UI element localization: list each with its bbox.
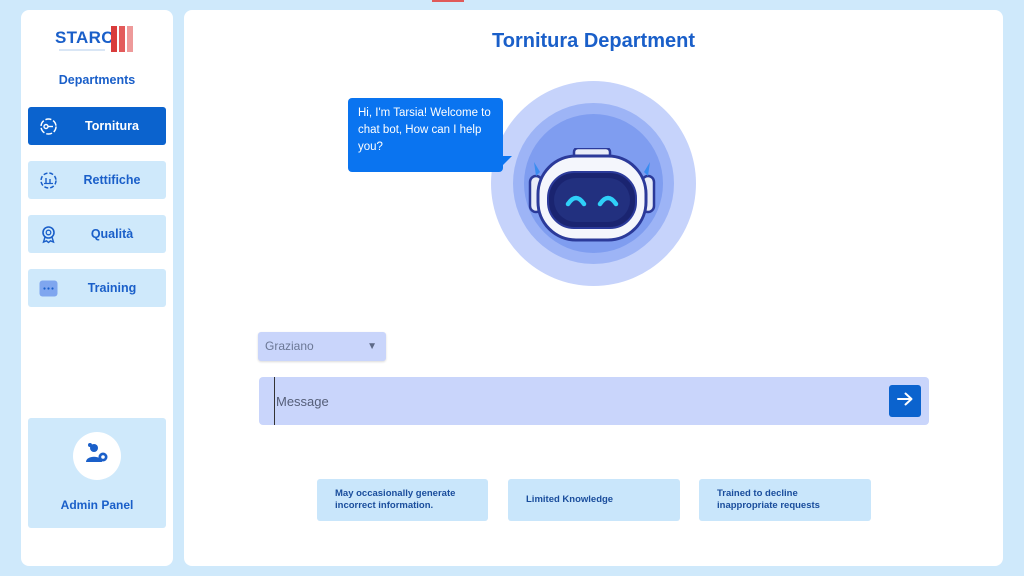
admin-panel-label: Admin Panel bbox=[60, 498, 134, 512]
admin-panel-button[interactable]: Admin Panel bbox=[28, 418, 166, 528]
send-button[interactable] bbox=[889, 385, 921, 417]
disclaimer-card: May occasionally generate incorrect info… bbox=[317, 479, 488, 521]
sidebar: STARC Departments Tornitura Rettifiche Q… bbox=[21, 10, 173, 566]
bot-greeting-bubble: Hi, I'm Tarsia! Welcome to chat bot, How… bbox=[348, 98, 503, 172]
chat-main-panel: Tornitura Department Hi, I'm Tarsia! Wel… bbox=[184, 10, 1003, 566]
sidebar-item-label: Qualità bbox=[90, 227, 134, 241]
sidebar-item-label: Training bbox=[87, 281, 137, 295]
message-input[interactable] bbox=[274, 377, 874, 425]
quality-badge-icon bbox=[39, 225, 58, 244]
message-bar bbox=[259, 377, 929, 425]
user-select-value: Graziano bbox=[265, 339, 314, 353]
more-dots-icon bbox=[39, 279, 58, 298]
lathe-icon bbox=[39, 117, 58, 136]
departments-heading: Departments bbox=[58, 73, 136, 87]
disclaimer-card: Limited Knowledge bbox=[508, 479, 680, 521]
user-select[interactable]: Graziano ▼ bbox=[258, 332, 386, 361]
page-title: Tornitura Department bbox=[492, 30, 695, 52]
arrow-right-icon bbox=[896, 391, 914, 412]
disclaimer-text: May occasionally generate incorrect info… bbox=[335, 488, 456, 511]
sidebar-item-training[interactable]: Training bbox=[28, 269, 166, 307]
logo-text: STARC bbox=[55, 28, 114, 47]
disclaimer-card: Trained to decline inappropriate request… bbox=[699, 479, 871, 521]
sidebar-item-label: Tornitura bbox=[85, 119, 139, 133]
sidebar-item-label: Rettifiche bbox=[83, 173, 141, 187]
admin-avatar bbox=[73, 432, 121, 480]
sidebar-item-qualita[interactable]: Qualità bbox=[28, 215, 166, 253]
bubble-tail bbox=[502, 156, 512, 166]
logo-tagline-mark bbox=[59, 49, 105, 51]
admin-users-gear-icon bbox=[84, 442, 110, 471]
bot-avatar bbox=[491, 81, 696, 286]
logo-bars bbox=[111, 26, 133, 52]
disclaimer-text: Limited Knowledge bbox=[526, 494, 614, 505]
starc-logo: STARC bbox=[55, 26, 139, 54]
top-edge-marker bbox=[432, 0, 464, 2]
caret-down-icon: ▼ bbox=[367, 341, 377, 352]
sidebar-item-tornitura[interactable]: Tornitura bbox=[28, 107, 166, 145]
grinding-icon bbox=[39, 171, 58, 190]
sidebar-item-rettifiche[interactable]: Rettifiche bbox=[28, 161, 166, 199]
disclaimer-text: Trained to decline inappropriate request… bbox=[717, 488, 820, 511]
